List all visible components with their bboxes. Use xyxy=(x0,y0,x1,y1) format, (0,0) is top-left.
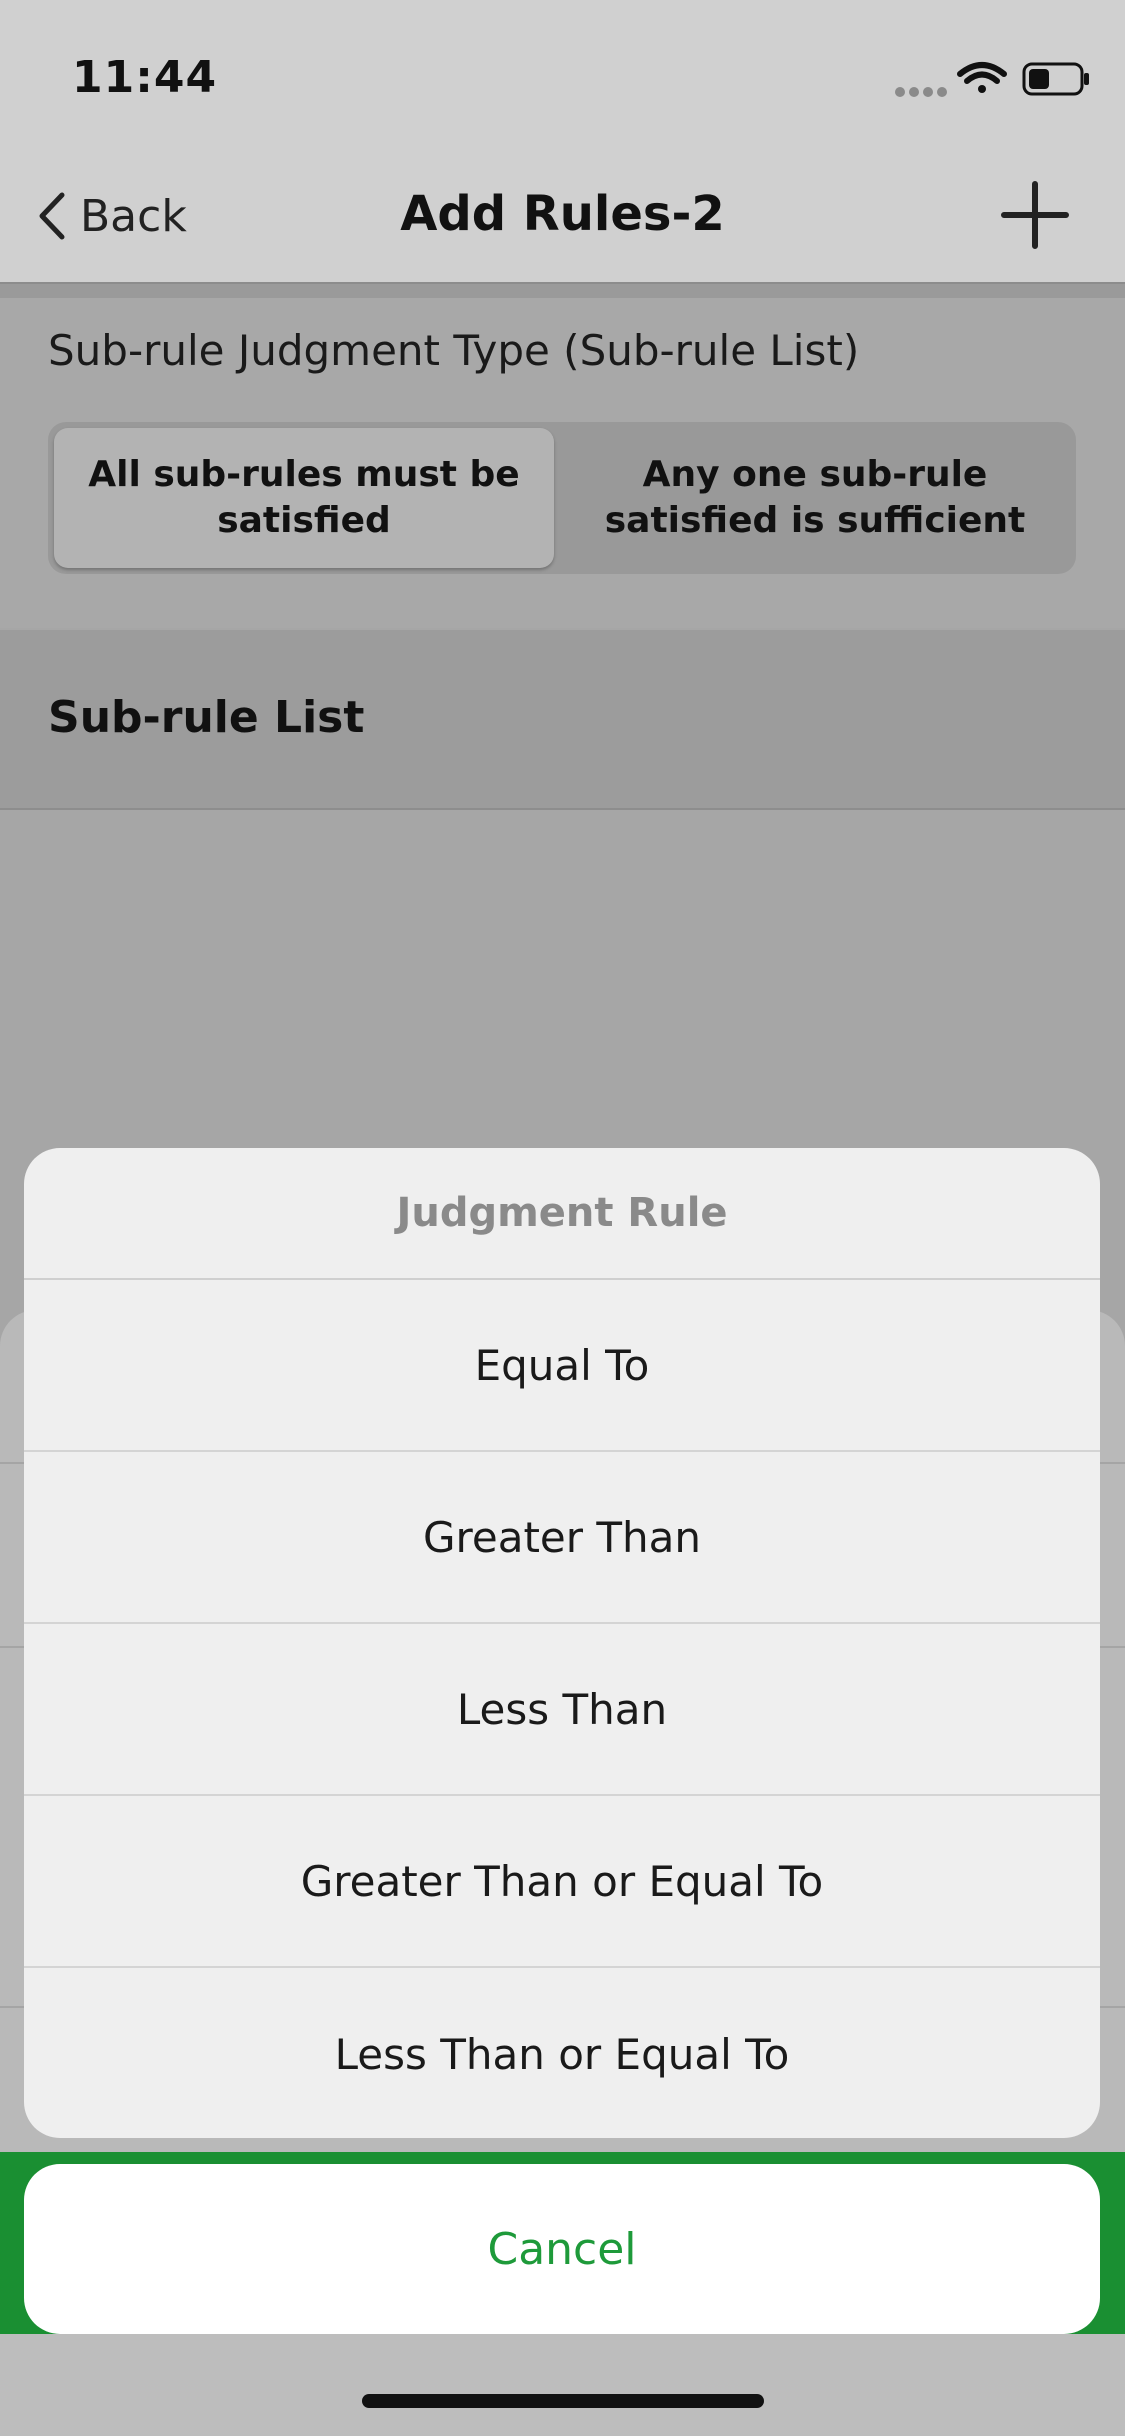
status-time: 11:44 xyxy=(72,52,218,103)
battery-icon xyxy=(1022,62,1089,96)
page-title: Add Rules-2 xyxy=(400,186,725,242)
action-sheet-title: Judgment Rule xyxy=(24,1148,1100,1280)
segment-any-subrule[interactable]: Any one sub-rule satisfied is sufficient xyxy=(560,428,1070,568)
home-indicator[interactable] xyxy=(362,2394,764,2408)
option-greater-than-or-equal-to[interactable]: Greater Than or Equal To xyxy=(24,1796,1100,1968)
option-less-than-or-equal-to[interactable]: Less Than or Equal To xyxy=(24,1968,1100,2138)
cancel-button[interactable]: Cancel xyxy=(24,2164,1100,2334)
judgment-rule-action-sheet: Judgment Rule Equal To Greater Than Less… xyxy=(24,1148,1100,2138)
section-divider xyxy=(0,284,1125,298)
option-less-than[interactable]: Less Than xyxy=(24,1624,1100,1796)
option-greater-than[interactable]: Greater Than xyxy=(24,1452,1100,1624)
add-rule-button[interactable] xyxy=(1000,180,1070,250)
bottom-safe-area xyxy=(0,2334,1125,2436)
status-icons xyxy=(892,58,1092,98)
judgment-type-label: Sub-rule Judgment Type (Sub-rule List) xyxy=(48,326,860,375)
signal-dots-icon xyxy=(895,87,947,97)
plus-icon xyxy=(1001,181,1069,249)
segment-all-subrules[interactable]: All sub-rules must be satisfied xyxy=(54,428,554,568)
option-equal-to[interactable]: Equal To xyxy=(24,1280,1100,1452)
subrule-list-header: Sub-rule List xyxy=(48,692,365,743)
wifi-icon xyxy=(957,62,1007,93)
